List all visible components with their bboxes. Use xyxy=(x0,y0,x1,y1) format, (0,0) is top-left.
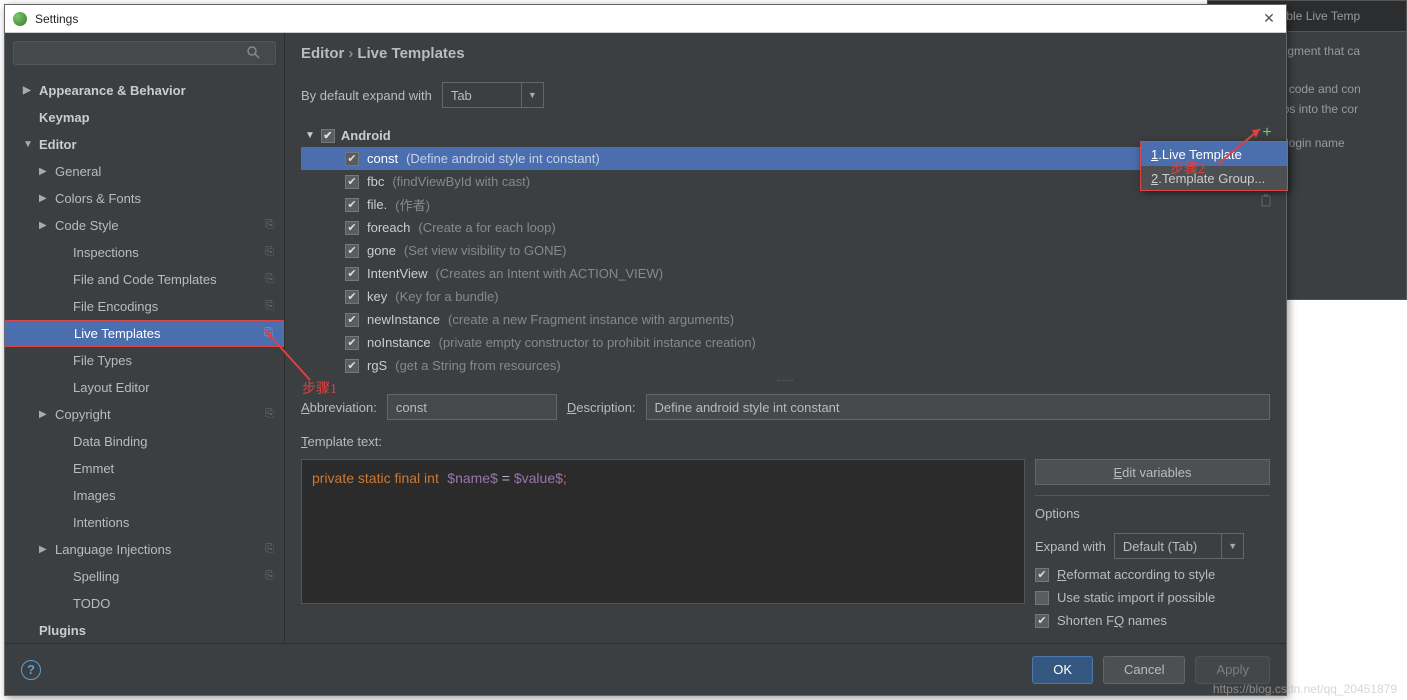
sidebar-item-editor[interactable]: ▼Editor xyxy=(5,131,284,158)
chevron-down-icon[interactable]: ▼ xyxy=(522,82,544,108)
sidebar-item-code-style[interactable]: ▶Code Style⎘ xyxy=(5,212,284,239)
paste-icon[interactable] xyxy=(1260,194,1276,210)
template-row-file.[interactable]: ✔file.(作者) xyxy=(301,193,1254,216)
sidebar-item-appearance-behavior[interactable]: ▶Appearance & Behavior xyxy=(5,77,284,104)
abbreviation-label: AAbbreviation:bbreviation: xyxy=(301,400,377,415)
sidebar-item-file-encodings[interactable]: File Encodings⎘ xyxy=(5,293,284,320)
sidebar-item-inspections[interactable]: Inspections⎘ xyxy=(5,239,284,266)
checkbox-icon[interactable]: ✔ xyxy=(345,359,359,373)
dialog-title: Settings xyxy=(35,12,1260,26)
add-popup-menu: 1. Live Template 2. Template Group... xyxy=(1140,141,1288,191)
template-row-key[interactable]: ✔key(Key for a bundle) xyxy=(301,285,1254,308)
shorten-fq-option[interactable]: ✔Shorten FQ names xyxy=(1035,613,1270,628)
copy-icon: ⎘ xyxy=(265,543,274,556)
sidebar-item-copyright[interactable]: ▶Copyright⎘ xyxy=(5,401,284,428)
expand-with-select[interactable]: Default (Tab) xyxy=(1114,533,1222,559)
expand-label: By default expand with xyxy=(301,88,432,103)
sidebar-item-keymap[interactable]: Keymap xyxy=(5,104,284,131)
checkbox-icon[interactable]: ✔ xyxy=(345,313,359,327)
add-icon[interactable]: + xyxy=(1258,124,1276,142)
checkbox-icon[interactable]: ✔ xyxy=(345,244,359,258)
settings-dialog: Settings ✕ ▶Appearance & BehaviorKeymap▼… xyxy=(4,4,1287,696)
close-icon[interactable]: ✕ xyxy=(1260,10,1278,28)
template-row-const[interactable]: ✔const(Define android style int constant… xyxy=(301,147,1254,170)
template-code-area[interactable]: private static final int $name$ = $value… xyxy=(301,459,1025,604)
checkbox-icon[interactable]: ✔ xyxy=(345,336,359,350)
sidebar-item-emmet[interactable]: Emmet xyxy=(5,455,284,482)
search-input[interactable] xyxy=(13,41,276,65)
checkbox-icon[interactable]: ✔ xyxy=(345,221,359,235)
copy-icon: ⎘ xyxy=(265,273,274,286)
checkbox-icon[interactable]: ✔ xyxy=(345,267,359,281)
checkbox-icon[interactable]: ✔ xyxy=(345,290,359,304)
static-import-option[interactable]: ✔Use static import if possible xyxy=(1035,590,1270,605)
settings-main: Editor›Live Templates By default expand … xyxy=(285,33,1286,643)
checkbox-icon[interactable]: ✔ xyxy=(345,175,359,189)
template-list[interactable]: ▼ ✔ Android ✔const(Define android style … xyxy=(301,124,1254,376)
sidebar-item-general[interactable]: ▶General xyxy=(5,158,284,185)
resize-grip[interactable]: ┄┄┄ xyxy=(285,376,1286,384)
titlebar: Settings ✕ xyxy=(5,5,1286,33)
copy-icon: ⎘ xyxy=(264,327,273,340)
template-text-label: Template text: xyxy=(285,430,1286,453)
ok-button[interactable]: OK xyxy=(1032,656,1093,684)
sidebar-item-layout-editor[interactable]: Layout Editor xyxy=(5,374,284,401)
edit-variables-button[interactable]: Edit variables xyxy=(1035,459,1270,485)
abbreviation-input[interactable] xyxy=(387,394,557,420)
options-title: Options xyxy=(1035,506,1270,521)
popup-template-group[interactable]: 2. Template Group... xyxy=(1141,166,1287,190)
reformat-option[interactable]: ✔Reformat according to style xyxy=(1035,567,1270,582)
sidebar-item-spelling[interactable]: Spelling⎘ xyxy=(5,563,284,590)
template-row-noInstance[interactable]: ✔noInstance(private empty constructor to… xyxy=(301,331,1254,354)
settings-sidebar: ▶Appearance & BehaviorKeymap▼Editor▶Gene… xyxy=(5,33,285,643)
description-label: Description: xyxy=(567,400,636,415)
sidebar-item-todo[interactable]: TODO xyxy=(5,590,284,617)
popup-live-template[interactable]: 1. Live Template xyxy=(1141,142,1287,166)
dialog-footer: ? OK Cancel Apply xyxy=(5,643,1286,695)
copy-icon: ⎘ xyxy=(265,300,274,313)
sidebar-item-plugins[interactable]: Plugins xyxy=(5,617,284,643)
copy-icon: ⎘ xyxy=(265,570,274,583)
chevron-down-icon[interactable]: ▼ xyxy=(1222,533,1244,559)
sidebar-item-live-templates[interactable]: Live Templates⎘ xyxy=(5,320,284,347)
help-icon[interactable]: ? xyxy=(21,660,41,680)
expand-select[interactable]: Tab xyxy=(442,82,522,108)
template-row-rgS[interactable]: ✔rgS(get a String from resources) xyxy=(301,354,1254,376)
breadcrumb: Editor›Live Templates xyxy=(285,33,1286,74)
apply-button[interactable]: Apply xyxy=(1195,656,1270,684)
template-row-IntentView[interactable]: ✔IntentView(Creates an Intent with ACTIO… xyxy=(301,262,1254,285)
copy-icon: ⎘ xyxy=(265,219,274,232)
settings-tree[interactable]: ▶Appearance & BehaviorKeymap▼Editor▶Gene… xyxy=(5,73,284,643)
template-row-fbc[interactable]: ✔fbc(findViewById with cast) xyxy=(301,170,1254,193)
app-icon xyxy=(13,12,27,26)
copy-icon: ⎘ xyxy=(265,246,274,259)
watermark: https://blog.csdn.net/qq_20451879 xyxy=(1213,682,1397,696)
checkbox-icon[interactable]: ✔ xyxy=(321,129,335,143)
checkbox-icon[interactable]: ✔ xyxy=(345,152,359,166)
cancel-button[interactable]: Cancel xyxy=(1103,656,1185,684)
template-group-row[interactable]: ▼ ✔ Android xyxy=(301,124,1254,147)
template-row-newInstance[interactable]: ✔newInstance(create a new Fragment insta… xyxy=(301,308,1254,331)
sidebar-item-file-and-code-templates[interactable]: File and Code Templates⎘ xyxy=(5,266,284,293)
description-input[interactable] xyxy=(646,394,1270,420)
sidebar-item-language-injections[interactable]: ▶Language Injections⎘ xyxy=(5,536,284,563)
sidebar-item-images[interactable]: Images xyxy=(5,482,284,509)
copy-icon: ⎘ xyxy=(265,408,274,421)
template-row-gone[interactable]: ✔gone(Set view visibility to GONE) xyxy=(301,239,1254,262)
template-row-foreach[interactable]: ✔foreach(Create a for each loop) xyxy=(301,216,1254,239)
sidebar-item-colors-fonts[interactable]: ▶Colors & Fonts xyxy=(5,185,284,212)
sidebar-item-file-types[interactable]: File Types xyxy=(5,347,284,374)
sidebar-item-intentions[interactable]: Intentions xyxy=(5,509,284,536)
checkbox-icon[interactable]: ✔ xyxy=(345,198,359,212)
expand-with-label: Expand with xyxy=(1035,539,1106,554)
sidebar-item-data-binding[interactable]: Data Binding xyxy=(5,428,284,455)
